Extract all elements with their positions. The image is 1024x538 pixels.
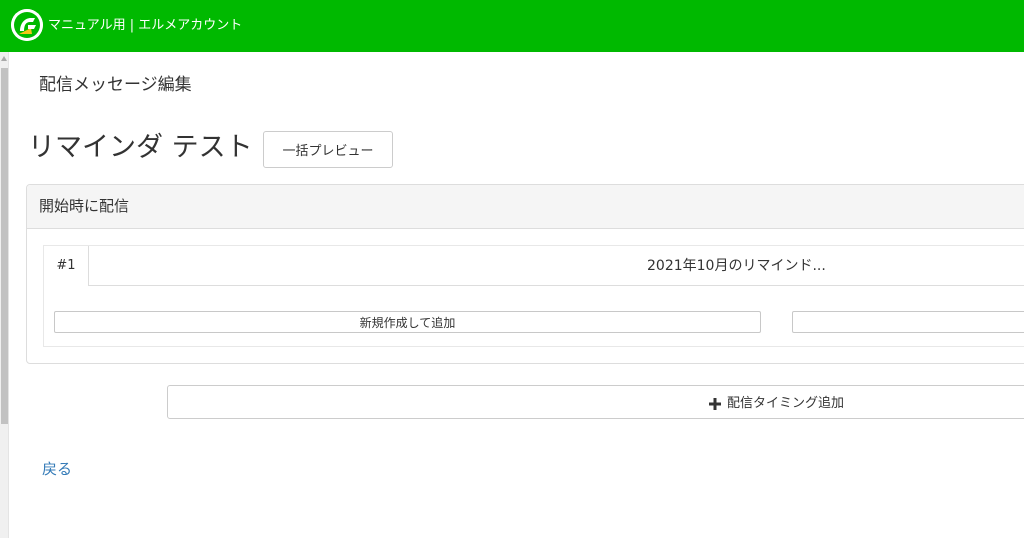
vertical-scrollbar[interactable] xyxy=(0,52,9,538)
back-link[interactable]: 戻る xyxy=(42,459,72,480)
lmessage-logo-icon[interactable] xyxy=(11,9,43,41)
plus-icon xyxy=(709,397,721,410)
page-title: リマインダ テスト xyxy=(28,132,253,163)
add-existing-button[interactable] xyxy=(792,311,1024,333)
add-delivery-timing-label: 配信タイミング追加 xyxy=(727,395,845,410)
account-title[interactable]: マニュアル用 | エルメアカウント xyxy=(48,17,242,35)
message-tab-label: 2021年10月のリマインド... xyxy=(647,258,826,274)
message-list-box: #1 2021年10月のリマインド... 新規作成して追加 xyxy=(43,245,1024,347)
add-delivery-timing-button[interactable]: 配信タイミング追加 xyxy=(167,385,1024,419)
scroll-thumb[interactable] xyxy=(1,68,8,424)
panel-heading-text: 開始時に配信 xyxy=(39,197,130,215)
panel-heading: 開始時に配信 xyxy=(27,185,1024,229)
message-tab[interactable]: 2021年10月のリマインド... xyxy=(89,246,1024,286)
scroll-up-arrow-icon[interactable] xyxy=(1,56,7,61)
top-navbar: マニュアル用 | エルメアカウント xyxy=(0,0,1024,52)
create-new-and-add-button[interactable]: 新規作成して追加 xyxy=(54,311,761,333)
message-tab-number[interactable]: #1 xyxy=(44,246,89,286)
delivery-timing-panel: 開始時に配信 #1 2021年10月のリマインド... 新規作成して追加 xyxy=(26,184,1024,364)
section-title: 配信メッセージ編集 xyxy=(39,75,192,95)
bulk-preview-button[interactable]: 一括プレビュー xyxy=(263,131,393,168)
